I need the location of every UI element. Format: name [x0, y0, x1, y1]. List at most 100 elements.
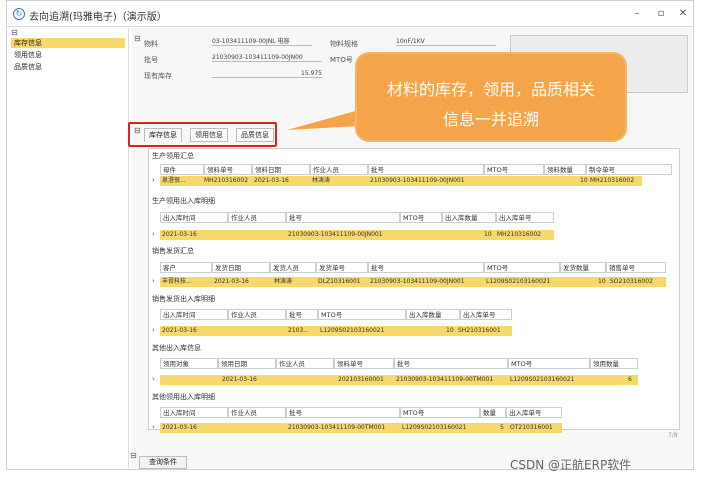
table-cell: DLZ10316001: [318, 278, 361, 285]
col-header[interactable]: 作业人员: [228, 309, 286, 320]
table-cell: 2021-03-16: [162, 231, 197, 238]
watermark: CSDN @正航ERP软件: [510, 458, 632, 472]
col-header[interactable]: 发货单号: [316, 262, 368, 273]
table-cell: 10: [598, 278, 606, 285]
row-indicator-icon: ›: [152, 277, 155, 285]
query-conditions-button[interactable]: 查询条件: [139, 456, 187, 469]
sales-io-title: 销售发货出入库明细: [152, 295, 215, 303]
table-cell: 2021-03-16: [162, 424, 197, 431]
col-header[interactable]: 作业人员: [228, 212, 286, 223]
table-cell: MH210316002: [204, 177, 249, 184]
col-header[interactable]: 发货数量: [560, 262, 606, 273]
title-bar: ↻ 去向追溯(玛雅电子)（演示版） – ▫ ✕: [7, 1, 693, 27]
table-cell: L1209S02103160021: [402, 424, 467, 431]
sidebar-collapse-icon[interactable]: ⊟: [11, 28, 18, 37]
col-header[interactable]: 批号: [286, 212, 400, 223]
stock-field: 15.975: [212, 69, 322, 78]
col-header[interactable]: 领料数量: [544, 164, 586, 175]
col-header[interactable]: 领料单号: [204, 164, 252, 175]
tab-highlight-box: [128, 122, 277, 147]
col-header[interactable]: 批号: [368, 164, 484, 175]
col-header[interactable]: MTO号: [508, 358, 590, 369]
col-header[interactable]: 出入库单号: [460, 309, 512, 320]
batch-field[interactable]: 21030903-103411109-00JN00: [212, 53, 322, 62]
col-header[interactable]: 出入库时间: [160, 407, 228, 418]
col-header[interactable]: 出入库数量: [406, 309, 460, 320]
sidebar-item-stock[interactable]: 库存信息: [11, 38, 125, 48]
close-button[interactable]: ✕: [675, 6, 691, 22]
prod-summary-title: 生产领用汇总: [152, 152, 194, 160]
header-collapse-icon[interactable]: ⊟: [134, 34, 141, 43]
table-cell: 2103...: [288, 327, 309, 334]
sidebar-item-quality[interactable]: 品质信息: [11, 62, 125, 72]
col-header[interactable]: 领用数量: [590, 358, 638, 369]
col-header[interactable]: MTO号: [318, 309, 406, 320]
table-cell: 林涛涛: [312, 177, 331, 184]
table-cell: OT210316001: [510, 424, 553, 431]
table-cell: MH210316002: [590, 177, 635, 184]
window-title: 去向追溯(玛雅电子)（演示版）: [29, 12, 167, 23]
spec-field[interactable]: 10nF/1KV: [396, 37, 496, 46]
col-header[interactable]: 销售单号: [606, 262, 666, 273]
col-header[interactable]: 客户: [160, 262, 212, 273]
table-cell: L1209S02103160021: [320, 327, 385, 334]
col-header[interactable]: 领用日期: [218, 358, 276, 369]
col-header[interactable]: 数量: [480, 407, 506, 418]
col-header[interactable]: MTO号: [484, 164, 544, 175]
col-header[interactable]: MTO号: [400, 212, 442, 223]
callout-bubble: 材料的库存，领用，品质相关 信息一并追溯: [355, 52, 627, 142]
col-header[interactable]: MTO号: [400, 407, 480, 418]
row-indicator-icon: ›: [152, 326, 155, 334]
minimize-button[interactable]: –: [629, 6, 645, 22]
table-cell: 2021-03-16: [214, 278, 249, 285]
prod-io-title: 生产领用出入库明细: [152, 197, 215, 205]
col-header[interactable]: MTO号: [484, 262, 560, 273]
other-io-title: 其他领用出入库明细: [152, 393, 215, 401]
maximize-button[interactable]: ▫: [653, 6, 669, 22]
col-header[interactable]: 批号: [286, 407, 400, 418]
col-header[interactable]: 领用对象: [160, 358, 218, 369]
table-cell: 泉澄很...: [162, 177, 186, 184]
sidebar: ⊟ 库存信息 领用信息 品质信息: [9, 28, 129, 468]
table-cell: 丰膏科技...: [162, 278, 192, 285]
col-header[interactable]: 作业人员: [310, 164, 368, 175]
sidebar-item-usage[interactable]: 领用信息: [11, 50, 125, 60]
col-header[interactable]: 领料日期: [252, 164, 310, 175]
stock-label: 现有库存: [144, 72, 172, 80]
table-cell: SH210316001: [458, 327, 501, 334]
row-indicator-icon: ›: [152, 230, 155, 238]
callout-text-line2: 信息一并追溯: [442, 110, 539, 129]
col-header[interactable]: 出入库单号: [506, 407, 562, 418]
row-indicator-icon: ›: [152, 423, 155, 431]
table-cell: 5: [500, 424, 504, 431]
col-header[interactable]: 母件: [160, 164, 204, 175]
col-header[interactable]: 批号: [394, 358, 508, 369]
col-header[interactable]: 领料单号: [334, 358, 394, 369]
table-cell: 10: [580, 177, 588, 184]
col-header[interactable]: 批号: [286, 309, 318, 320]
page-marker: 7/8: [668, 432, 678, 439]
material-label: 物料: [144, 40, 158, 48]
row-indicator-icon: ›: [152, 375, 155, 383]
table-cell: 10: [484, 231, 492, 238]
col-header[interactable]: 发货人员: [270, 262, 316, 273]
table-cell: 6: [628, 376, 632, 383]
col-header[interactable]: 出入库时间: [160, 212, 228, 223]
table-cell: 2021-03-16: [254, 177, 289, 184]
batch-label: 批号: [144, 56, 158, 64]
table-cell: MH210316002: [497, 231, 542, 238]
col-header[interactable]: 出入库数量: [442, 212, 496, 223]
table-cell: 10: [446, 327, 454, 334]
col-header[interactable]: 出入库单号: [496, 212, 554, 223]
footer-collapse-icon[interactable]: ⊟: [130, 451, 137, 460]
table-cell: SO210316002: [610, 278, 653, 285]
table-cell: 21030903-103411109-00TM001: [396, 376, 494, 383]
col-header[interactable]: 制令单号: [586, 164, 672, 175]
mto-label: MTO号: [330, 56, 353, 64]
col-header[interactable]: 出入库时间: [160, 309, 228, 320]
material-field[interactable]: 03-103411109-00JNL 电容: [212, 37, 312, 46]
col-header[interactable]: 作业人员: [228, 407, 286, 418]
col-header[interactable]: 批号: [368, 262, 484, 273]
col-header[interactable]: 作业人员: [276, 358, 334, 369]
col-header[interactable]: 发货日期: [212, 262, 270, 273]
